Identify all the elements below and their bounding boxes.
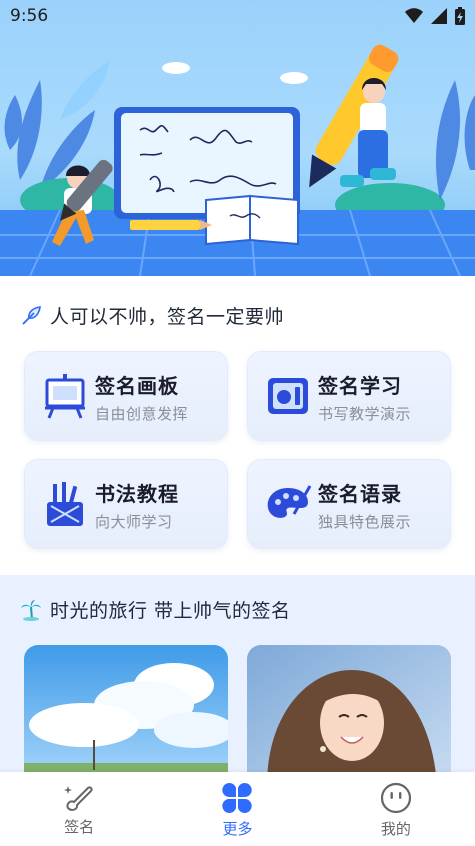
nav-label: 签名 — [64, 818, 95, 836]
nav-label: 我的 — [380, 820, 411, 838]
section-header-travel: 时光的旅行 带上帅气的签名 — [20, 596, 291, 623]
smiling-girl-image — [247, 645, 451, 785]
nav-item-more[interactable]: 更多 — [158, 772, 316, 846]
sky-landscape-image — [24, 645, 228, 785]
monitor-icon — [268, 378, 308, 414]
card-title: 签名语录 — [318, 482, 402, 506]
easel-icon — [45, 374, 85, 419]
card-title: 签名画板 — [95, 374, 179, 398]
section-header-signature: 人可以不帅，签名一定要帅 — [20, 302, 284, 329]
photo-sky[interactable] — [24, 645, 228, 785]
four-petal-grid-icon — [222, 783, 253, 813]
card-title: 签名学习 — [318, 374, 402, 398]
nav-label: 更多 — [222, 820, 253, 838]
card-signature-board[interactable]: 签名画板 自由创意发挥 — [24, 351, 228, 441]
card-subtitle: 向大师学习 — [95, 513, 173, 531]
palette-icon — [267, 485, 312, 518]
card-subtitle: 书写教学演示 — [318, 405, 412, 423]
wifi-icon — [405, 8, 423, 23]
nav-item-mine[interactable]: 我的 — [317, 772, 475, 846]
photo-girl[interactable] — [247, 645, 451, 785]
status-time: 9:56 — [10, 6, 49, 26]
signature-illustration — [0, 44, 475, 276]
battery-charging-icon — [455, 7, 465, 25]
section-title: 时光的旅行 带上帅气的签名 — [50, 600, 291, 622]
card-signature-quotes[interactable]: 签名语录 独具特色展示 — [247, 459, 451, 549]
section-title: 人可以不帅，签名一定要帅 — [50, 306, 285, 328]
nav-item-signature[interactable]: 签名 — [0, 772, 158, 846]
smiley-face-icon — [380, 782, 411, 814]
palm-tree-icon — [21, 599, 41, 621]
feather-pen-icon — [22, 305, 41, 325]
signal-icon — [431, 8, 447, 24]
card-subtitle: 自由创意发挥 — [95, 405, 189, 423]
card-subtitle: 独具特色展示 — [318, 513, 412, 531]
brush-sparkle-icon — [64, 786, 93, 811]
bottom-nav: 签名 更多 我的 — [0, 772, 475, 846]
card-title: 书法教程 — [95, 482, 179, 506]
card-calligraphy-tutorial[interactable]: 书法教程 向大师学习 — [24, 459, 228, 549]
brush-holder-icon — [47, 482, 83, 526]
status-icons — [405, 7, 465, 25]
card-signature-learning[interactable]: 签名学习 书写教学演示 — [247, 351, 451, 441]
status-bar: 9:56 — [0, 0, 475, 34]
hero-banner — [0, 0, 475, 276]
